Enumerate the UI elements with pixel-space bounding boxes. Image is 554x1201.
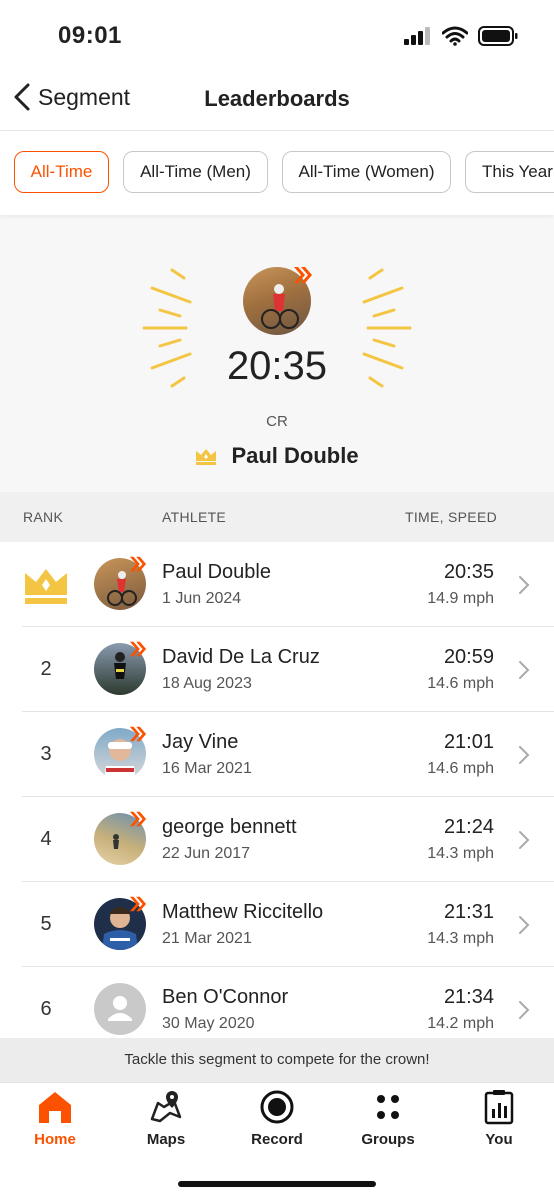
strava-badge-icon xyxy=(129,811,147,827)
table-header: RANK ATHLETE TIME, SPEED xyxy=(0,492,554,542)
filter-bar: All-Time All-Time (Men) All-Time (Women)… xyxy=(0,131,554,215)
table-row[interactable]: 6 Ben O'Connor 30 May 2020 21:34 14.2 mp… xyxy=(0,967,554,1038)
compete-banner: Tackle this segment to compete for the c… xyxy=(0,1038,554,1082)
athlete-name: Paul Double xyxy=(162,561,271,583)
avatar-placeholder xyxy=(94,983,146,1035)
filter-all-time[interactable]: All-Time xyxy=(14,151,109,193)
leaderboard-list: Paul Double 1 Jun 2024 20:35 14.9 mph 2 … xyxy=(0,542,554,1038)
tab-label: Home xyxy=(34,1131,76,1148)
strava-badge-icon xyxy=(129,896,147,912)
effort-speed: 14.3 mph xyxy=(427,930,494,947)
table-row[interactable]: 3 Jay Vine 16 Mar 2021 21:01 14.6 mph xyxy=(0,712,554,797)
effort-time: 21:34 xyxy=(443,986,494,1008)
filter-this-year[interactable]: This Year xyxy=(465,151,554,193)
table-row[interactable]: 5 Matthew Riccitello 21 Mar 2021 21:31 1… xyxy=(0,882,554,967)
page-title: Leaderboards xyxy=(204,86,350,111)
tab-home[interactable]: Home xyxy=(0,1089,110,1148)
filter-all-time-men[interactable]: All-Time (Men) xyxy=(123,151,268,193)
strava-badge-icon xyxy=(294,267,312,283)
tab-label: Record xyxy=(251,1131,303,1148)
chevron-right-icon xyxy=(519,1001,530,1019)
effort-time: 20:59 xyxy=(443,646,494,668)
chevron-right-icon xyxy=(519,576,530,594)
rank-number: 6 xyxy=(40,998,52,1020)
strava-badge-icon xyxy=(129,641,147,657)
effort-speed: 14.9 mph xyxy=(427,590,494,607)
rank-number: 3 xyxy=(40,743,52,765)
rank-crown xyxy=(20,542,72,627)
chevron-right-icon xyxy=(519,661,530,679)
table-row[interactable]: Paul Double 1 Jun 2024 20:35 14.9 mph xyxy=(0,542,554,627)
crown-icon xyxy=(196,449,217,465)
strava-badge-icon xyxy=(129,726,147,742)
table-row[interactable]: 4 george bennett 22 Jun 2017 21:24 14.3 … xyxy=(0,797,554,882)
tab-you[interactable]: You xyxy=(444,1089,554,1148)
cr-label: CR xyxy=(266,413,288,430)
effort-time: 21:31 xyxy=(443,901,494,923)
effort-date: 22 Jun 2017 xyxy=(162,845,251,862)
effort-date: 21 Mar 2021 xyxy=(162,930,252,947)
athlete-name: Jay Vine xyxy=(162,731,239,753)
athlete-name: Matthew Riccitello xyxy=(162,901,324,923)
filter-all-time-women[interactable]: All-Time (Women) xyxy=(282,151,451,193)
chevron-right-icon xyxy=(519,831,530,849)
status-icons xyxy=(404,26,518,46)
signal-icon xyxy=(404,27,430,45)
user-placeholder-icon xyxy=(108,996,132,1021)
effort-date: 1 Jun 2024 xyxy=(162,590,242,607)
cr-time: 20:35 xyxy=(226,344,328,388)
effort-time: 20:35 xyxy=(443,561,494,583)
athlete-name: Ben O'Connor xyxy=(162,986,289,1008)
chevron-right-icon xyxy=(519,916,530,934)
effort-time: 21:01 xyxy=(443,731,494,753)
battery-icon xyxy=(478,26,518,46)
home-indicator xyxy=(178,1181,376,1187)
rank-number: 4 xyxy=(40,828,52,850)
header-rank: RANK xyxy=(23,509,64,525)
tab-label: Maps xyxy=(146,1131,186,1148)
you-icon xyxy=(484,1090,514,1125)
header-athlete: ATHLETE xyxy=(162,509,227,525)
strava-badge-icon xyxy=(129,556,147,572)
tab-groups[interactable]: Groups xyxy=(333,1089,443,1148)
effort-date: 18 Aug 2023 xyxy=(162,675,252,692)
record-icon xyxy=(260,1090,294,1124)
tab-maps[interactable]: Maps xyxy=(111,1089,221,1148)
header-time-speed: TIME, SPEED xyxy=(405,509,497,525)
tab-label: Groups xyxy=(361,1131,415,1148)
tab-record[interactable]: Record xyxy=(222,1089,332,1148)
effort-speed: 14.6 mph xyxy=(427,675,494,692)
effort-date: 16 Mar 2021 xyxy=(162,760,252,777)
effort-speed: 14.2 mph xyxy=(427,1015,494,1032)
status-time: 09:01 xyxy=(58,22,122,49)
groups-icon xyxy=(377,1095,399,1119)
rank-number: 2 xyxy=(40,658,52,680)
athlete-name: george bennett xyxy=(162,816,297,838)
home-icon xyxy=(39,1092,71,1123)
effort-time: 21:24 xyxy=(443,816,494,838)
tab-label: You xyxy=(485,1131,513,1148)
cr-holder: Paul Double xyxy=(0,443,554,469)
athlete-name: David De La Cruz xyxy=(162,646,320,668)
chevron-right-icon xyxy=(519,746,530,764)
maps-icon xyxy=(150,1091,182,1123)
effort-speed: 14.3 mph xyxy=(427,845,494,862)
cr-holder-name: Paul Double xyxy=(231,443,359,468)
effort-date: 30 May 2020 xyxy=(162,1015,255,1032)
effort-speed: 14.6 mph xyxy=(427,760,494,777)
wifi-icon xyxy=(442,26,468,46)
rank-number: 5 xyxy=(40,913,52,935)
table-row[interactable]: 2 David De La Cruz 18 Aug 2023 20:59 14.… xyxy=(0,627,554,712)
crown-icon xyxy=(25,568,67,604)
